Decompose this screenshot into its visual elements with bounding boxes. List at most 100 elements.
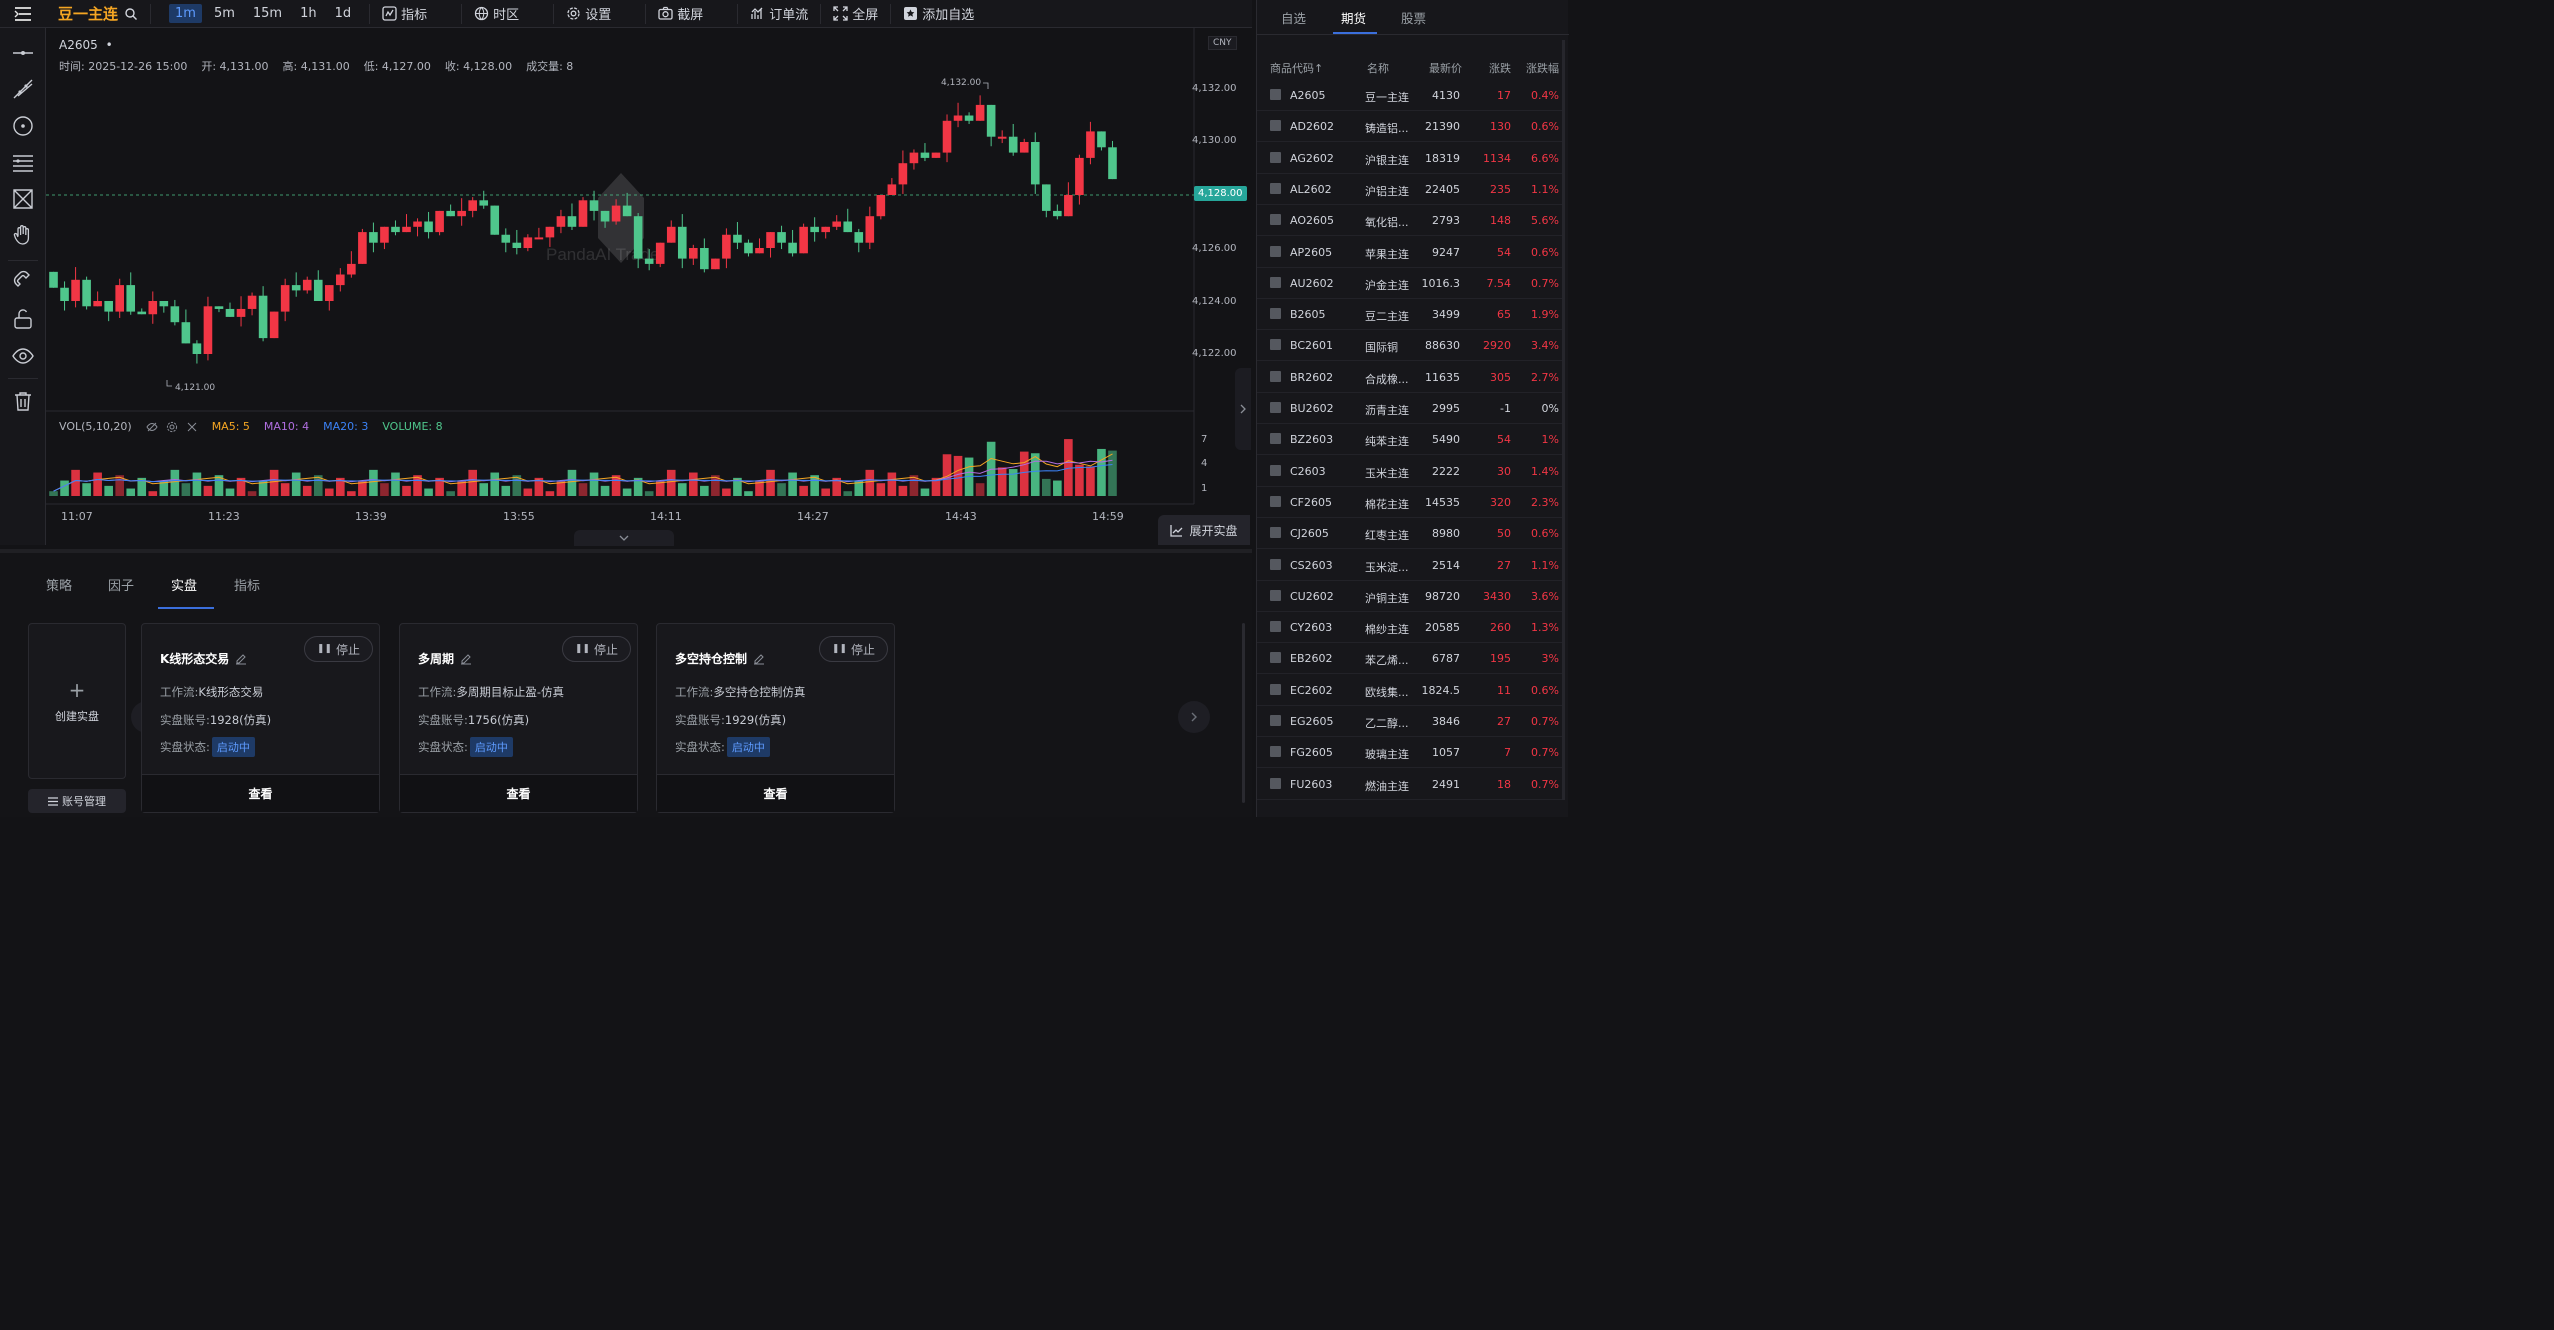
candlestick-chart[interactable]: PandaAI Trade 4,132.00 4,121.00 xyxy=(46,28,1252,545)
table-row[interactable]: CF2605 棉花主连 14535 320 2.3% xyxy=(1257,487,1565,518)
scrollbar[interactable] xyxy=(1242,623,1245,803)
bookmark-icon[interactable] xyxy=(1270,182,1281,194)
close-icon[interactable] xyxy=(186,421,198,433)
circle-tool-icon[interactable] xyxy=(10,113,36,139)
tab-factor[interactable]: 因子 xyxy=(108,575,134,594)
view-button[interactable]: 查看 xyxy=(142,774,379,812)
edit-icon[interactable] xyxy=(235,653,247,665)
table-row[interactable]: AP2605 苹果主连 9247 54 0.6% xyxy=(1257,237,1565,268)
tab-favorites[interactable]: 自选 xyxy=(1281,8,1306,27)
eye-icon[interactable] xyxy=(10,343,36,369)
table-row[interactable]: AD2602 铸造铝... 21390 130 0.6% xyxy=(1257,111,1565,143)
bookmark-icon[interactable] xyxy=(1270,214,1281,226)
bookmark-icon[interactable] xyxy=(1270,621,1281,633)
tab-futures[interactable]: 期货 xyxy=(1341,8,1366,27)
account-manage-button[interactable]: 账号管理 xyxy=(28,789,126,813)
bookmark-icon[interactable] xyxy=(1270,339,1281,351)
table-row[interactable]: EB2602 苯乙烯... 6787 195 3% xyxy=(1257,643,1565,675)
collapse-chart-handle[interactable] xyxy=(574,530,674,546)
view-button[interactable]: 查看 xyxy=(400,774,637,812)
header-name[interactable]: 名称 xyxy=(1367,60,1389,76)
table-row[interactable]: AG2602 沪银主连 18319 1134 6.6% xyxy=(1257,143,1565,174)
interval-1m[interactable]: 1m xyxy=(169,4,202,23)
bookmark-icon[interactable] xyxy=(1270,683,1281,695)
fibonacci-icon[interactable] xyxy=(10,150,36,176)
interval-1h[interactable]: 1h xyxy=(294,4,323,23)
table-row[interactable]: CU2602 沪铜主连 98720 3430 3.6% xyxy=(1257,581,1565,612)
tab-stocks[interactable]: 股票 xyxy=(1401,8,1426,27)
bookmark-icon[interactable] xyxy=(1270,370,1281,382)
bookmark-icon[interactable] xyxy=(1270,402,1281,413)
stop-button[interactable]: ❚❚ 停止 xyxy=(818,636,888,662)
table-row[interactable]: AL2602 沪铝主连 22405 235 1.1% xyxy=(1257,174,1565,205)
bookmark-icon[interactable] xyxy=(1270,433,1281,445)
header-pct[interactable]: 涨跌幅 xyxy=(1526,60,1559,76)
settings-button[interactable]: 设置 xyxy=(566,4,611,23)
table-row[interactable]: A2605 豆一主连 4130 17 0.4% xyxy=(1257,80,1565,111)
header-code[interactable]: 商品代码↑ xyxy=(1270,60,1323,76)
hide-icon[interactable] xyxy=(146,421,158,433)
currency-badge[interactable]: CNY xyxy=(1208,36,1237,50)
orderflow-button[interactable]: 订单流 xyxy=(750,4,808,23)
card-title[interactable]: K线形态交易 xyxy=(160,650,247,667)
chart-panel[interactable]: PandaAI Trade 4,132.00 4,121.00 A2605 • … xyxy=(46,28,1252,545)
bookmark-icon[interactable] xyxy=(1270,746,1281,758)
bookmark-icon[interactable] xyxy=(1270,652,1281,664)
bookmark-icon[interactable] xyxy=(1270,120,1281,132)
header-price[interactable]: 最新价 xyxy=(1429,60,1462,76)
trash-icon[interactable] xyxy=(10,388,36,414)
table-row[interactable]: CY2603 棉纱主连 20585 260 1.3% xyxy=(1257,612,1565,644)
bookmark-icon[interactable] xyxy=(1270,464,1281,476)
card-title[interactable]: 多周期 xyxy=(418,650,472,667)
create-live-card[interactable]: + 创建实盘 xyxy=(28,623,126,779)
pattern-tool-icon[interactable] xyxy=(10,186,36,212)
search-icon[interactable] xyxy=(124,7,138,21)
bookmark-icon[interactable] xyxy=(1270,777,1281,789)
stop-button[interactable]: ❚❚ 停止 xyxy=(303,636,373,662)
horizontal-line-icon[interactable] xyxy=(10,40,36,66)
bookmark-icon[interactable] xyxy=(1270,558,1281,570)
next-arrow-button[interactable] xyxy=(1178,701,1210,733)
table-row[interactable]: BR2602 合成橡... 11635 305 2.7% xyxy=(1257,362,1565,393)
tab-strategy[interactable]: 策略 xyxy=(46,575,72,594)
bookmark-icon[interactable] xyxy=(1270,589,1281,601)
stop-button[interactable]: ❚❚ 停止 xyxy=(561,636,631,662)
bookmark-icon[interactable] xyxy=(1270,495,1281,507)
bookmark-icon[interactable] xyxy=(1270,527,1281,539)
table-row[interactable]: BZ2603 纯苯主连 5490 54 1% xyxy=(1257,424,1565,456)
tab-live[interactable]: 实盘 xyxy=(171,575,197,594)
fullscreen-button[interactable]: 全屏 xyxy=(833,4,878,23)
symbol-title[interactable]: 豆一主连 xyxy=(58,3,118,24)
table-row[interactable]: FU2603 燃油主连 2491 18 0.7% xyxy=(1257,769,1565,800)
bookmark-icon[interactable] xyxy=(1270,715,1281,726)
screenshot-button[interactable]: 截屏 xyxy=(658,4,703,23)
card-title[interactable]: 多空持仓控制 xyxy=(675,650,765,667)
timezone-button[interactable]: 时区 xyxy=(474,4,519,23)
table-row[interactable]: EG2605 乙二醇... 3846 27 0.7% xyxy=(1257,706,1565,737)
side-collapse-handle[interactable] xyxy=(1235,368,1251,450)
interval-5m[interactable]: 5m xyxy=(208,4,241,23)
table-row[interactable]: CJ2605 红枣主连 8980 50 0.6% xyxy=(1257,518,1565,550)
edit-icon[interactable] xyxy=(460,653,472,665)
menu-icon[interactable] xyxy=(0,0,46,28)
unlock-icon[interactable] xyxy=(10,306,36,332)
indicators-button[interactable]: 指标 xyxy=(382,4,427,23)
table-row[interactable]: C2603 玉米主连 2222 30 1.4% xyxy=(1257,456,1565,487)
table-row[interactable]: FG2605 玻璃主连 1057 7 0.7% xyxy=(1257,737,1565,769)
bookmark-icon[interactable] xyxy=(1270,151,1281,163)
table-row[interactable]: BU2602 沥青主连 2995 -1 0% xyxy=(1257,393,1565,424)
edit-icon[interactable] xyxy=(753,653,765,665)
table-row[interactable]: AU2602 沪金主连 1016.3 7.54 0.7% xyxy=(1257,268,1565,299)
expand-live-button[interactable]: 展开实盘 xyxy=(1158,515,1250,545)
table-row[interactable]: BC2601 国际铜 88630 2920 3.4% xyxy=(1257,330,1565,362)
view-button[interactable]: 查看 xyxy=(657,774,894,812)
header-change[interactable]: 涨跌 xyxy=(1489,60,1511,76)
tab-indicator[interactable]: 指标 xyxy=(234,575,260,594)
trend-line-icon[interactable] xyxy=(10,76,36,102)
gear-icon[interactable] xyxy=(166,421,178,433)
bookmark-icon[interactable] xyxy=(1270,245,1281,257)
bookmark-icon[interactable] xyxy=(1270,308,1281,320)
bookmark-icon[interactable] xyxy=(1270,276,1281,288)
magnet-icon[interactable] xyxy=(10,268,36,294)
table-row[interactable]: B2605 豆二主连 3499 65 1.9% xyxy=(1257,299,1565,331)
